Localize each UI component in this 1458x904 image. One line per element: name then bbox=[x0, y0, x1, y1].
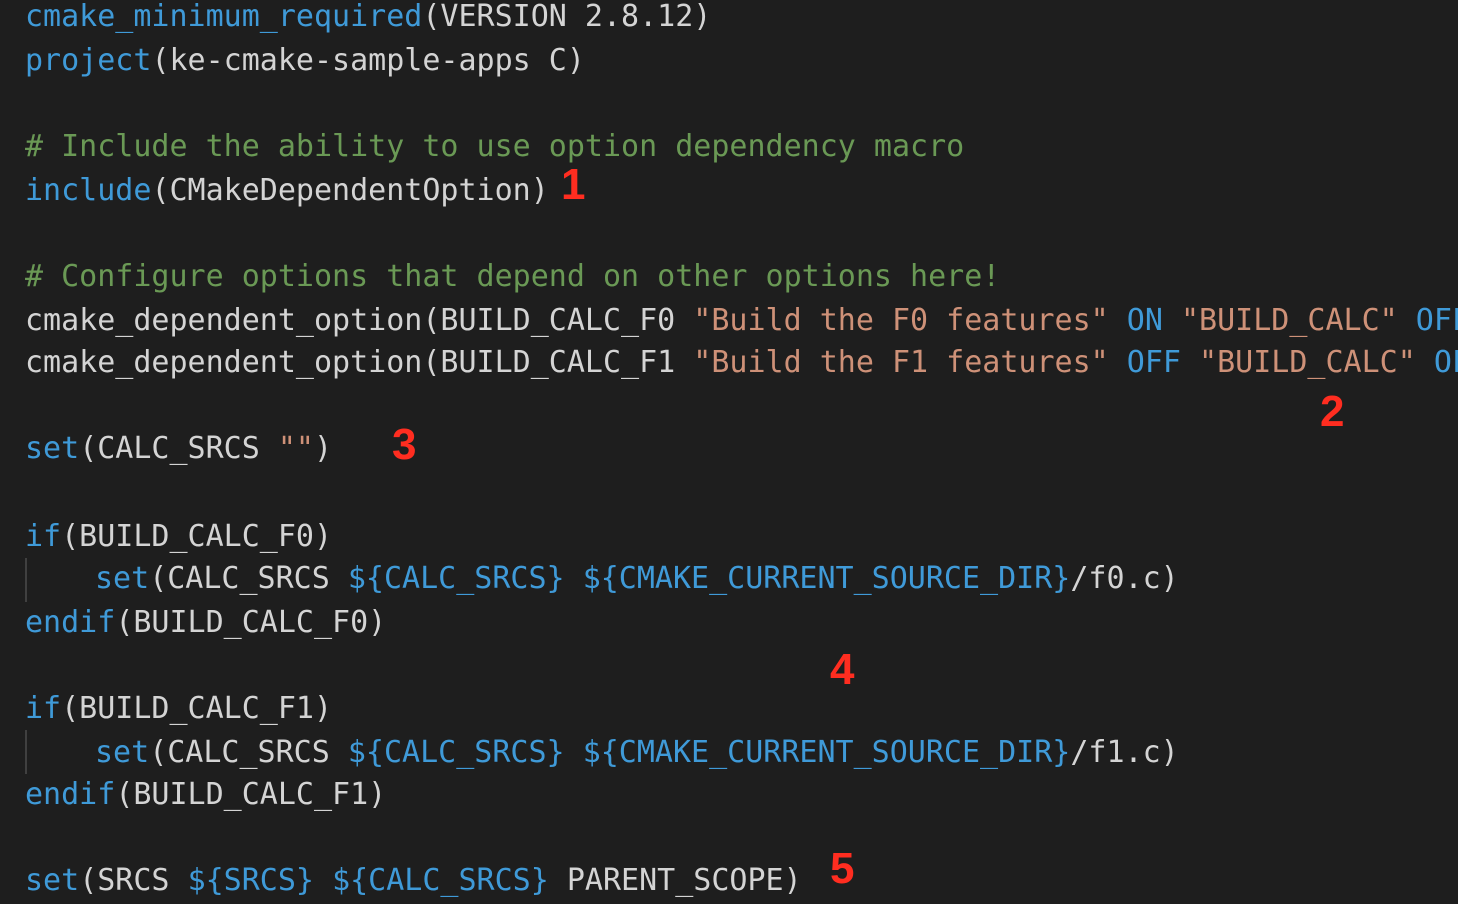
keyword-set: set bbox=[25, 431, 80, 466]
condition: (BUILD_CALC_F1) bbox=[61, 691, 333, 726]
keyword-if: if bbox=[25, 519, 62, 554]
variable-ref: ${CMAKE_CURRENT_SOURCE_DIR} bbox=[582, 735, 1071, 770]
code-line-if-f1: if(BUILD_CALC_F1) bbox=[25, 694, 332, 724]
close-paren: ) bbox=[314, 431, 333, 466]
variable-ref: ${CALC_SRCS} bbox=[347, 561, 565, 596]
code-line-1: cmake_minimum_required(VERSION 2.8.12) bbox=[25, 2, 711, 32]
keyword-endif: endif bbox=[25, 605, 116, 640]
string-condition: "BUILD_CALC" bbox=[1180, 303, 1398, 338]
string-condition: "BUILD_CALC" bbox=[1199, 345, 1416, 380]
code-line-include: include(CMakeDependentOption) bbox=[25, 176, 549, 206]
comment-line-configure: # Configure options that depend on other… bbox=[25, 259, 1001, 294]
constant-default: ON bbox=[1126, 303, 1163, 338]
constant-force: OFF bbox=[1433, 345, 1458, 380]
string-description: "Build the F0 features" bbox=[693, 303, 1109, 338]
code-line-2: project(ke-cmake-sample-apps C) bbox=[25, 46, 585, 76]
code-line-endif-f1: endif(BUILD_CALC_F1) bbox=[25, 780, 386, 810]
comment-line-include: # Include the ability to use option depe… bbox=[25, 129, 965, 164]
args: (CALC_SRCS bbox=[149, 561, 348, 596]
annotation-4: 4 bbox=[830, 645, 855, 694]
path-tail: /f1.c) bbox=[1070, 735, 1179, 770]
keyword-endif: endif bbox=[25, 777, 116, 812]
path-tail: /f0.c) bbox=[1070, 561, 1179, 596]
annotation-2: 2 bbox=[1320, 387, 1345, 436]
keyword-set: set bbox=[95, 735, 150, 770]
string-description: "Build the F1 features" bbox=[693, 345, 1109, 380]
keyword-include: include bbox=[25, 173, 152, 208]
keyword-set: set bbox=[25, 863, 80, 898]
args: (CMakeDependentOption) bbox=[151, 173, 549, 208]
code-line-set-f1: set(CALC_SRCS ${CALC_SRCS} ${CMAKE_CURRE… bbox=[95, 738, 1179, 768]
constant-default: OFF bbox=[1126, 345, 1181, 380]
code-line-dependent-option-f1: cmake_dependent_option(BUILD_CALC_F1 "Bu… bbox=[25, 348, 1458, 378]
args: (VERSION 2.8.12) bbox=[422, 0, 712, 34]
constant-force: OFF bbox=[1415, 303, 1458, 338]
variable-ref: ${CALC_SRCS} bbox=[347, 735, 565, 770]
annotation-5: 5 bbox=[830, 844, 855, 893]
function-call: cmake_dependent_option(BUILD_CALC_F1 bbox=[25, 345, 694, 380]
function-call: cmake_dependent_option(BUILD_CALC_F0 bbox=[25, 303, 694, 338]
code-line-if-f0: if(BUILD_CALC_F0) bbox=[25, 522, 332, 552]
condition: (BUILD_CALC_F1) bbox=[115, 777, 387, 812]
code-line-set-calc-srcs: set(CALC_SRCS "") bbox=[25, 434, 332, 464]
args-tail: PARENT_SCOPE) bbox=[548, 863, 802, 898]
args: (CALC_SRCS bbox=[149, 735, 348, 770]
keyword-cmake-minimum-required: cmake_minimum_required bbox=[25, 0, 423, 34]
keyword-project: project bbox=[25, 43, 152, 78]
condition: (BUILD_CALC_F0) bbox=[61, 519, 333, 554]
annotation-3: 3 bbox=[392, 420, 417, 469]
args: (ke-cmake-sample-apps C) bbox=[151, 43, 585, 78]
keyword-if: if bbox=[25, 691, 62, 726]
annotation-1: 1 bbox=[561, 160, 586, 209]
code-line-dependent-option-f0: cmake_dependent_option(BUILD_CALC_F0 "Bu… bbox=[25, 306, 1458, 336]
keyword-set: set bbox=[95, 561, 150, 596]
variable-ref: ${CMAKE_CURRENT_SOURCE_DIR} bbox=[582, 561, 1071, 596]
condition: (BUILD_CALC_F0) bbox=[115, 605, 387, 640]
args: (CALC_SRCS bbox=[79, 431, 278, 466]
code-line-set-f0: set(CALC_SRCS ${CALC_SRCS} ${CMAKE_CURRE… bbox=[95, 564, 1179, 594]
args: (SRCS bbox=[79, 863, 188, 898]
code-line-endif-f0: endif(BUILD_CALC_F0) bbox=[25, 608, 386, 638]
indent-guide bbox=[25, 558, 27, 602]
string-empty: "" bbox=[277, 431, 314, 466]
variable-ref: ${CALC_SRCS} bbox=[332, 863, 549, 898]
code-line-set-parent-scope: set(SRCS ${SRCS} ${CALC_SRCS} PARENT_SCO… bbox=[25, 866, 802, 896]
variable-ref: ${SRCS} bbox=[187, 863, 314, 898]
indent-guide bbox=[25, 730, 27, 774]
